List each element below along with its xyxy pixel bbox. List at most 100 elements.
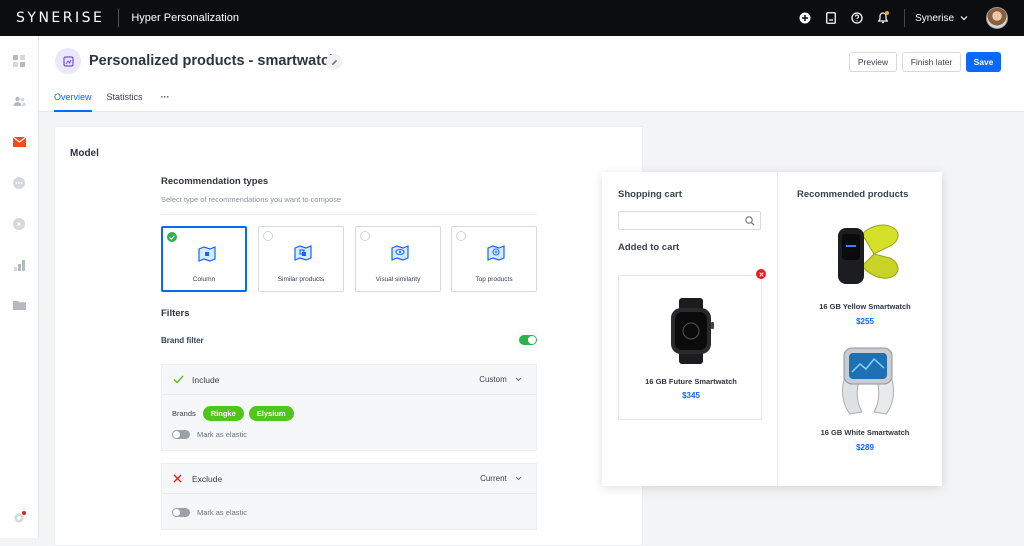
recommended-item-name: 16 GB Yellow Smartwatch — [819, 302, 911, 311]
brand-filter-label: Brand filter — [161, 336, 204, 345]
page-header: Personalized products - smartwatch Previ… — [39, 36, 1024, 112]
customers-icon[interactable] — [12, 94, 26, 108]
elastic-label: Mark as elastic — [197, 430, 248, 439]
edit-title-icon[interactable] — [326, 54, 342, 70]
top-bar-actions: Synerise — [792, 0, 1024, 36]
section-divider — [161, 214, 537, 215]
type-card-column[interactable]: Column — [161, 226, 247, 292]
analytics-icon[interactable] — [12, 258, 26, 272]
added-to-cart-title: Added to cart — [618, 242, 680, 253]
top-bar: SYNERISE Hyper Personalization Synerise — [0, 0, 1024, 36]
recommended-products-title: Recommended products — [797, 189, 909, 200]
top-products-icon — [487, 245, 505, 261]
synerise-logo[interactable]: SYNERISE — [16, 10, 104, 26]
sidebar — [0, 36, 39, 538]
dashboard-icon[interactable] — [12, 54, 26, 68]
exclude-mode-select[interactable]: Current — [480, 474, 522, 483]
recommended-item-name: 16 GB White Smartwatch — [820, 428, 910, 437]
recommendation-types-title: Recommendation types — [161, 176, 269, 187]
recommendation-types-description: Select type of recommendations you want … — [161, 195, 342, 204]
cart-item-card: 16 GB Future Smartwatch $345 — [618, 275, 762, 420]
settings-icon[interactable] — [12, 510, 26, 524]
cart-item-price: $345 — [682, 391, 700, 400]
type-label: Visual similarity — [375, 276, 421, 283]
include-elastic-toggle[interactable] — [172, 430, 190, 439]
document-icon[interactable] — [818, 0, 844, 36]
include-label: Include — [192, 374, 220, 385]
black-smartwatch-image — [671, 298, 714, 364]
tab-bar: Overview Statistics ··· — [54, 92, 185, 112]
recommended-item-price: $289 — [856, 443, 874, 452]
radio-button[interactable] — [263, 231, 273, 241]
avatar[interactable] — [986, 7, 1008, 29]
notification-icon[interactable] — [870, 0, 896, 36]
brands-label: Brands — [172, 409, 196, 418]
cart-item-name: 16 GB Future Smartwatch — [645, 377, 737, 386]
include-mode-value: Custom — [479, 375, 507, 384]
yellow-smartwatch-image — [838, 224, 899, 284]
plus-circle-icon[interactable] — [792, 0, 818, 36]
filters-title: Filters — [161, 308, 190, 319]
top-bar-divider — [904, 9, 906, 27]
similar-products-icon — [294, 245, 312, 261]
user-menu[interactable]: Synerise — [915, 13, 968, 24]
exclude-header[interactable]: Exclude Current — [162, 464, 536, 494]
brand-filter-toggle[interactable] — [519, 335, 537, 345]
include-elastic-row: Mark as elastic — [172, 430, 247, 439]
chevron-down-icon — [960, 13, 968, 24]
elastic-label: Mark as elastic — [197, 508, 248, 517]
save-button[interactable]: Save — [966, 52, 1001, 72]
exclude-mode-value: Current — [480, 474, 507, 483]
type-card-similar-products[interactable]: Similar products — [258, 226, 344, 292]
preview-divider — [777, 172, 778, 486]
model-title: Model — [70, 148, 99, 159]
type-card-top-products[interactable]: Top products — [451, 226, 537, 292]
campaigns-icon[interactable] — [12, 135, 26, 149]
tab-overview[interactable]: Overview — [54, 92, 92, 112]
remove-item-icon[interactable] — [756, 269, 766, 279]
notification-badge — [885, 11, 890, 15]
folder-icon[interactable] — [12, 298, 26, 312]
chevron-down-icon — [515, 476, 522, 481]
user-name: Synerise — [915, 12, 954, 24]
exclude-elastic-row: Mark as elastic — [172, 508, 247, 517]
preview-button[interactable]: Preview — [849, 52, 897, 72]
type-label: Column — [192, 276, 216, 283]
include-header[interactable]: Include Custom — [162, 365, 536, 395]
column-recommendation-icon — [198, 246, 216, 262]
cart-search-input[interactable] — [618, 211, 761, 230]
radio-button[interactable] — [456, 231, 466, 241]
type-label: Top products — [475, 276, 513, 283]
brands-row: Brands Ringke Elysium — [172, 406, 294, 421]
check-icon — [173, 375, 184, 384]
close-icon — [173, 474, 182, 483]
preview-panel: Shopping cart Added to cart 16 GB Future… — [602, 172, 942, 486]
type-card-visual-similarity[interactable]: Visual similarity — [355, 226, 441, 292]
visual-similarity-icon — [391, 245, 409, 261]
model-card: Model Recommendation types Select type o… — [54, 126, 643, 546]
tab-more[interactable]: ··· — [161, 92, 170, 112]
page-title: Personalized products - smartwatch — [89, 53, 338, 69]
app-name: Hyper Personalization — [131, 12, 239, 24]
chevron-down-icon — [515, 377, 522, 382]
include-panel: Include Custom Brands Ringke Elysium Mar… — [161, 364, 537, 451]
finish-later-button[interactable]: Finish later — [902, 52, 961, 72]
help-icon[interactable] — [844, 0, 870, 36]
radio-button[interactable] — [360, 231, 370, 241]
exclude-elastic-toggle[interactable] — [172, 508, 190, 517]
exclude-panel: Exclude Current Mark as elastic — [161, 463, 537, 530]
tab-statistics[interactable]: Statistics — [107, 92, 143, 112]
include-mode-select[interactable]: Custom — [479, 375, 522, 384]
white-smartwatch-image — [842, 347, 894, 415]
search-icon — [745, 216, 755, 226]
recommended-item-price: $255 — [856, 317, 874, 326]
play-icon[interactable] — [12, 217, 26, 231]
brand-chip[interactable]: Ringke — [202, 406, 244, 421]
brand-chip[interactable]: Elysium — [248, 406, 294, 421]
shopping-cart-title: Shopping cart — [618, 189, 682, 200]
check-icon — [167, 232, 177, 242]
personalization-icon — [55, 48, 81, 74]
type-label: Similar products — [277, 276, 325, 283]
more-icon[interactable] — [12, 176, 26, 190]
exclude-label: Exclude — [192, 473, 223, 484]
